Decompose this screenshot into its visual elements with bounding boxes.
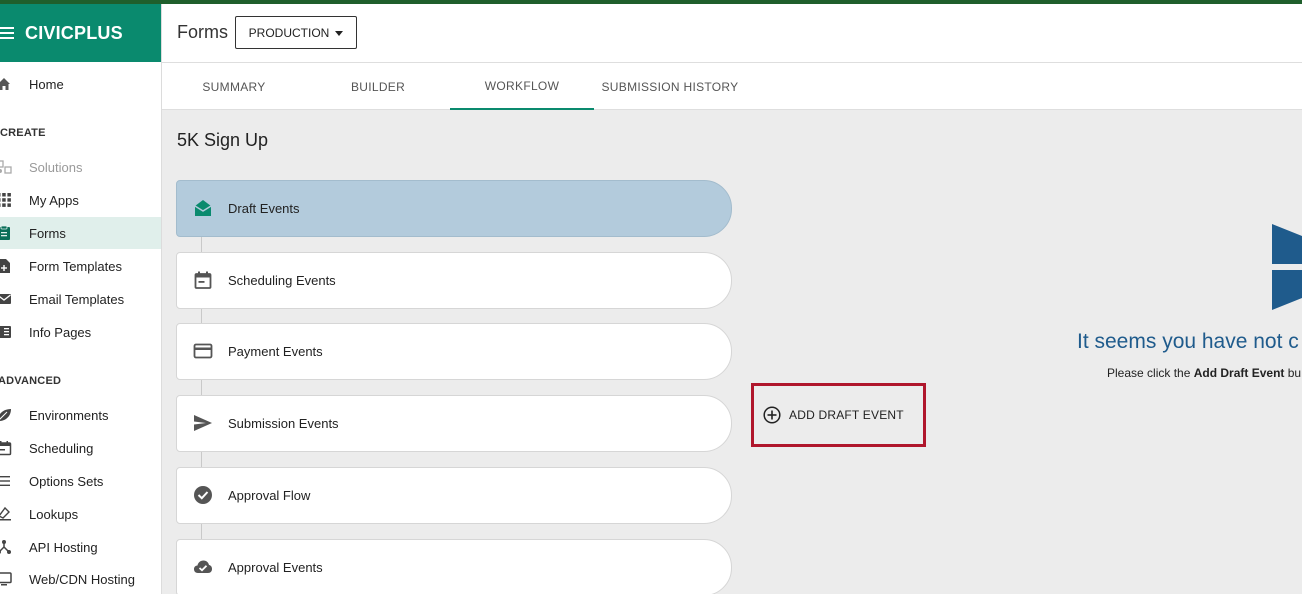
event-label: Approval Flow (228, 488, 311, 503)
environment-label: PRODUCTION (248, 25, 330, 40)
sidebar-item-environments[interactable]: Environments (0, 399, 161, 431)
sidebar-item-label: API Hosting (29, 539, 98, 555)
lookup-icon (0, 506, 11, 521)
sidebar-item-label: Scheduling (29, 440, 94, 456)
sidebar-item-label: Home (29, 76, 64, 92)
sidebar-item-label: Forms (29, 225, 66, 241)
credit-card-icon (193, 343, 213, 359)
envelope-open-icon (194, 200, 212, 216)
empty-state-heading: It seems you have not c (1077, 330, 1299, 353)
sidebar-item-label: Options Sets (29, 473, 104, 489)
form-title: 5K Sign Up (177, 130, 269, 150)
calendar-icon (194, 271, 212, 289)
sidebar-item-api-hosting[interactable]: API Hosting (0, 531, 161, 563)
sidebar-item-form-templates[interactable]: Form Templates (0, 250, 161, 282)
leaf-icon (0, 409, 11, 421)
list-icon (0, 476, 10, 486)
sidebar-item-options-sets[interactable]: Options Sets (0, 465, 161, 497)
grid-icon (0, 193, 11, 207)
tab-workflow[interactable]: WORKFLOW (450, 63, 594, 110)
home-icon (0, 78, 10, 90)
environment-dropdown[interactable]: PRODUCTION (235, 16, 357, 49)
empty-state-message: Please click the Add Draft Event bu (1107, 366, 1302, 380)
event-payment-events[interactable]: Payment Events (176, 323, 732, 380)
sidebar-item-forms[interactable]: Forms (0, 217, 161, 249)
sidebar-item-label: Lookups (29, 506, 79, 522)
monitor-icon (0, 572, 12, 586)
calendar-icon (0, 441, 12, 456)
sidebar-item-info-pages[interactable]: Info Pages (0, 316, 161, 348)
event-submission-events[interactable]: Submission Events (176, 395, 732, 452)
event-label: Submission Events (228, 416, 339, 431)
tab-bar: SUMMARY BUILDER WORKFLOW SUBMISSION HIST… (162, 63, 1302, 110)
sidebar-item-home[interactable]: Home (0, 68, 161, 100)
mail-icon (0, 294, 11, 304)
sidebar: CIVICPLUS Home CREATE Solutions My Apps … (0, 4, 162, 594)
send-icon (194, 415, 212, 431)
sidebar-item-label: Form Templates (29, 258, 122, 274)
tab-summary[interactable]: SUMMARY (162, 63, 306, 110)
event-approval-events[interactable]: Approval Events (176, 539, 732, 594)
add-circle-icon (763, 406, 781, 424)
file-plus-icon (0, 259, 10, 273)
clipboard-icon (0, 225, 10, 240)
section-advanced: ADVANCED (0, 375, 62, 387)
sidebar-item-label: Info Pages (29, 324, 92, 340)
sidebar-item-label: Environments (29, 407, 109, 423)
check-circle-icon (194, 486, 212, 504)
page-title: Forms (177, 22, 228, 42)
tab-builder[interactable]: BUILDER (306, 63, 450, 110)
sidebar-item-label: Web/CDN Hosting (29, 571, 135, 587)
sidebar-item-scheduling[interactable]: Scheduling (0, 432, 161, 464)
event-label: Payment Events (228, 344, 323, 359)
brand-name: CIVICPLUS (25, 22, 123, 43)
sidebar-item-label: Email Templates (29, 291, 125, 307)
sidebar-item-label: Solutions (29, 159, 83, 175)
api-icon (0, 540, 11, 554)
event-label: Draft Events (228, 201, 300, 216)
sidebar-item-solutions[interactable]: Solutions (0, 151, 161, 183)
page-header: Forms PRODUCTION (162, 4, 1302, 63)
sidebar-item-label: My Apps (29, 192, 79, 208)
solutions-icon (0, 160, 12, 174)
sidebar-item-email-templates[interactable]: Email Templates (0, 283, 161, 315)
sidebar-item-web-cdn-hosting[interactable]: Web/CDN Hosting (0, 563, 161, 594)
brand-bar: CIVICPLUS (0, 4, 161, 62)
event-approval-flow[interactable]: Approval Flow (176, 467, 732, 524)
book-icon (0, 326, 11, 338)
event-scheduling-events[interactable]: Scheduling Events (176, 252, 732, 309)
sidebar-item-lookups[interactable]: Lookups (0, 498, 161, 530)
empty-state-illustration (1272, 224, 1302, 310)
cloud-check-icon (194, 560, 212, 573)
event-label: Approval Events (228, 560, 323, 575)
caret-down-icon (335, 30, 344, 36)
section-create: CREATE (0, 127, 46, 139)
tab-submission-history[interactable]: SUBMISSION HISTORY (594, 63, 746, 110)
add-draft-event-label: ADD DRAFT EVENT (789, 408, 904, 422)
event-label: Scheduling Events (228, 273, 336, 288)
sidebar-item-my-apps[interactable]: My Apps (0, 184, 161, 216)
event-draft-events[interactable]: Draft Events (176, 180, 732, 237)
add-draft-event-button[interactable]: ADD DRAFT EVENT (751, 383, 926, 447)
hamburger-menu-icon[interactable] (0, 27, 16, 39)
